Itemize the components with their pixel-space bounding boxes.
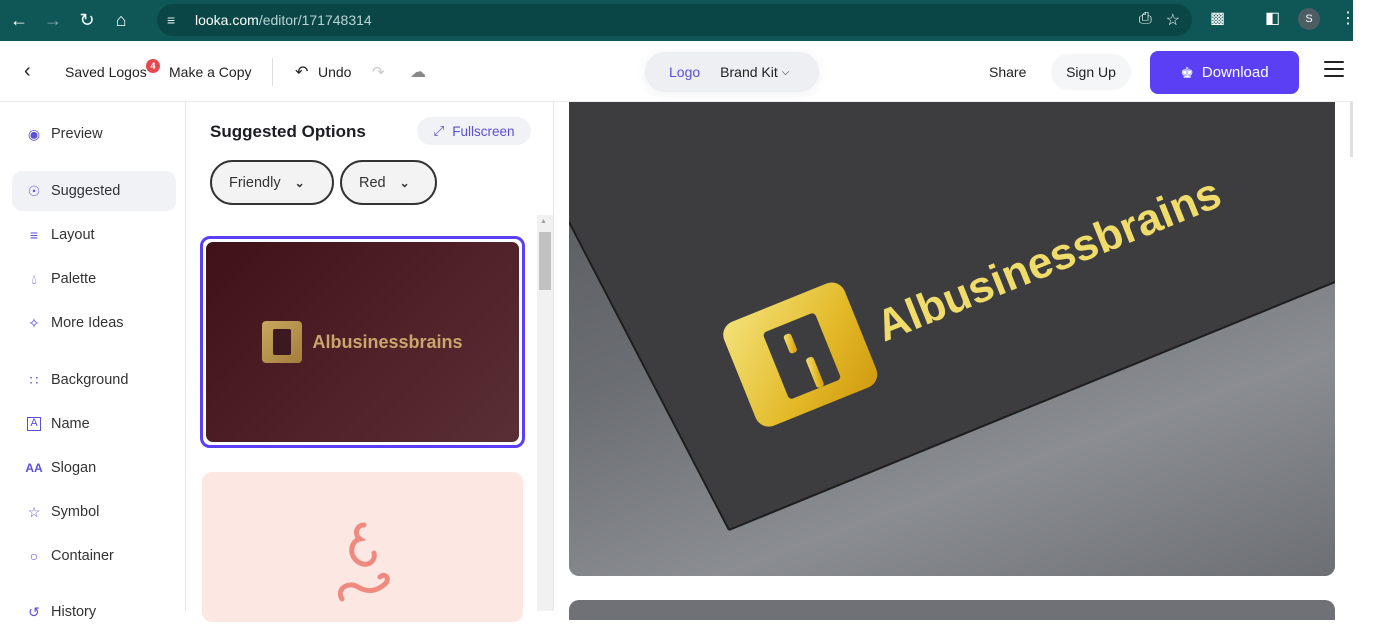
back-chevron-icon[interactable]: ‹ <box>24 41 31 102</box>
back-icon[interactable]: ← <box>4 6 34 36</box>
sidebar-item-preview[interactable]: ◉ Preview <box>12 114 176 154</box>
profile-avatar[interactable]: S <box>1298 8 1320 30</box>
circle-icon: ○ <box>29 548 39 564</box>
logo-option-card[interactable] <box>202 472 523 622</box>
fullscreen-button[interactable]: ⤢ Fullscreen <box>417 117 531 145</box>
sidebar-item-label: Symbol <box>51 504 100 520</box>
eye-icon: ◉ <box>27 125 41 142</box>
meditation-symbol-icon <box>338 522 390 602</box>
cloud-saved-icon: ☁ <box>410 63 426 81</box>
bookmark-star-icon[interactable]: ☆ <box>1166 10 1180 30</box>
sidebar-item-label: Layout <box>51 227 95 243</box>
chevron-down-icon: ⌄ <box>294 175 305 190</box>
crown-icon: ♚ <box>1180 64 1194 82</box>
sidebar-item-label: Slogan <box>51 460 97 476</box>
fullscreen-label: Fullscreen <box>452 123 515 139</box>
scroll-up-arrow-icon[interactable]: ▲ <box>540 218 547 225</box>
hamburger-menu-icon[interactable] <box>1324 61 1344 82</box>
sidebar-item-label: Background <box>51 372 129 388</box>
panel-title: Suggested Options <box>210 122 366 141</box>
next-mockup <box>569 600 1335 620</box>
logo-brand-name: Albusinessbrains <box>312 331 463 352</box>
chevron-down-icon: ⌄ <box>399 175 410 190</box>
name-text-icon: A <box>27 417 41 431</box>
business-card-mockup: Albusinessbrains <box>569 102 1335 576</box>
sign-up-button[interactable]: Sign Up <box>1051 54 1131 90</box>
download-label: Download <box>1201 64 1269 81</box>
layers-icon: ≡ <box>29 227 39 243</box>
sidebar-item-label: Container <box>51 548 114 564</box>
redo-icon[interactable]: ↷ <box>372 41 385 102</box>
chevron-down-icon[interactable]: ⌵ <box>782 67 790 78</box>
url-host: looka.com <box>195 12 259 28</box>
browser-toolbar: ← → ↻ ⌂ ≡ looka.com/editor/171748314 ⎙ ☆… <box>0 0 1356 41</box>
background-grid-icon: ∷ <box>29 371 39 388</box>
sidebar-item-label: History <box>51 604 97 620</box>
editor-sidebar: ◉ Preview ☉ Suggested ≡ Layout 💧︎ Palett… <box>0 102 186 620</box>
droplet-icon: 💧︎ <box>31 270 37 287</box>
address-bar[interactable]: ≡ looka.com/editor/171748314 ⎙ ☆ <box>157 4 1192 36</box>
logo-preview: Albusinessbrains <box>206 242 519 442</box>
sidebar-item-background[interactable]: ∷ Background <box>12 360 176 400</box>
tab-logo[interactable]: Logo <box>669 64 700 80</box>
sidebar-item-name[interactable]: A Name <box>12 404 176 444</box>
saved-logos-count-badge: 4 <box>146 59 160 73</box>
extensions-icon[interactable]: ▩ <box>1210 8 1225 28</box>
sidebar-item-label: Suggested <box>51 183 121 199</box>
color-filter-dropdown[interactable]: Red ⌄ <box>340 160 437 205</box>
divider <box>272 58 273 86</box>
reload-icon[interactable]: ↻ <box>72 6 102 36</box>
undo-button[interactable]: Undo <box>318 41 351 102</box>
sidebar-item-label: Palette <box>51 271 97 287</box>
expand-icon: ⤢ <box>433 123 445 138</box>
suggested-options-panel: Suggested Options ⤢ Fullscreen Friendly … <box>187 102 554 622</box>
star-icon: ☆ <box>27 503 41 520</box>
filter-label: Red <box>359 174 386 191</box>
home-icon[interactable]: ⌂ <box>106 6 136 36</box>
url-text[interactable]: looka.com/editor/171748314 <box>195 12 372 28</box>
main-scrollbar[interactable] <box>1350 102 1353 157</box>
sidebar-item-container[interactable]: ○ Container <box>12 536 176 576</box>
sidebar-item-more-ideas[interactable]: ✧ More Ideas <box>12 303 176 343</box>
mode-switch: Logo Brand Kit ⌵ <box>645 52 819 92</box>
sidebar-item-label: More Ideas <box>51 315 124 331</box>
undo-icon[interactable]: ↶ <box>295 41 308 102</box>
panel-scrollbar-thumb[interactable] <box>539 232 551 290</box>
mockup-scene: Albusinessbrains <box>569 102 1335 531</box>
history-icon: ↺ <box>28 603 40 620</box>
url-path: /editor/171748314 <box>258 12 372 28</box>
install-app-icon[interactable]: ⎙ <box>1139 10 1152 30</box>
make-copy-button[interactable]: Make a Copy <box>169 41 251 102</box>
logo-option-card-selected[interactable]: Albusinessbrains <box>200 236 525 448</box>
logo-symbol-icon <box>262 321 303 363</box>
slogan-text-icon: AA <box>25 461 43 475</box>
download-button[interactable]: ♚ Download <box>1150 51 1299 94</box>
forward-icon[interactable]: → <box>38 6 68 36</box>
mockup-preview-area: Albusinessbrains <box>555 102 1353 620</box>
sidebar-item-label: Preview <box>51 126 103 142</box>
share-button[interactable]: Share <box>989 41 1026 102</box>
saved-logos-link[interactable]: Saved Logos <box>65 41 147 102</box>
magic-wand-icon: ✧ <box>28 314 40 331</box>
tab-brand-kit[interactable]: Brand Kit <box>720 64 778 80</box>
filter-label: Friendly <box>229 174 281 191</box>
side-panel-icon[interactable]: ◧ <box>1265 8 1280 28</box>
editor-topbar: ‹ Saved Logos 4 Make a Copy ↶ Undo ↷ ☁ L… <box>0 41 1353 102</box>
sidebar-item-palette[interactable]: 💧︎ Palette <box>12 259 176 299</box>
sidebar-item-label: Name <box>51 416 90 432</box>
lightbulb-icon: ☉ <box>27 182 41 199</box>
sidebar-item-layout[interactable]: ≡ Layout <box>12 215 176 255</box>
sidebar-item-slogan[interactable]: AA Slogan <box>12 448 176 488</box>
sidebar-item-history[interactable]: ↺ History <box>12 592 176 632</box>
sidebar-item-suggested[interactable]: ☉ Suggested <box>12 171 176 211</box>
page-edge <box>1353 0 1374 611</box>
sidebar-item-symbol[interactable]: ☆ Symbol <box>12 492 176 532</box>
style-filter-dropdown[interactable]: Friendly ⌄ <box>210 160 334 205</box>
site-settings-icon[interactable]: ≡ <box>167 12 187 28</box>
